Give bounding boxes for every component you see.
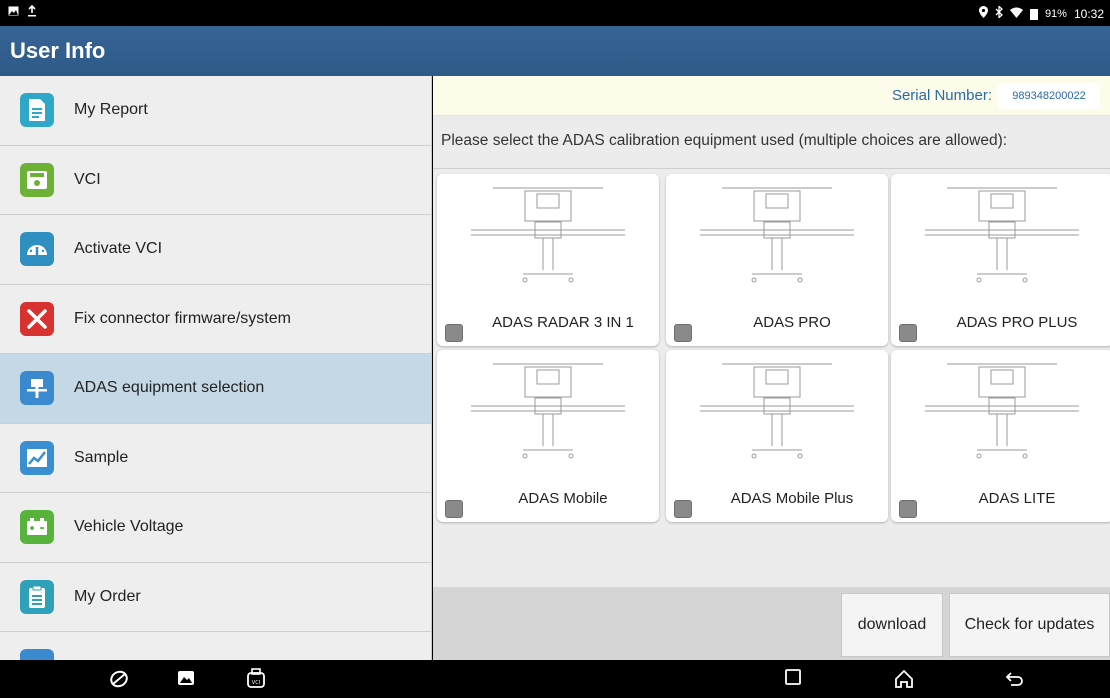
sidebar-item-activate-vci[interactable]: Activate VCI bbox=[0, 215, 431, 285]
equipment-card-adas-lite[interactable]: ADAS LITE bbox=[891, 350, 1110, 522]
equipment-checkbox[interactable] bbox=[674, 500, 692, 518]
upload-icon bbox=[27, 4, 37, 21]
sidebar-item-label: My Report bbox=[74, 101, 148, 119]
sidebar-item-fix-connector[interactable]: Fix connector firmware/system bbox=[0, 285, 431, 354]
sidebar-item-sample[interactable]: Sample bbox=[0, 424, 431, 493]
calibration-frame-image bbox=[471, 187, 625, 283]
recent-apps-icon[interactable] bbox=[784, 668, 802, 691]
sidebar-item-adas-equipment[interactable]: ADAS equipment selection bbox=[0, 354, 431, 424]
download-button[interactable]: download bbox=[841, 593, 943, 657]
serial-number-label: Serial Number: bbox=[891, 87, 992, 104]
tools-icon bbox=[20, 301, 54, 336]
navigation-bar: VCI bbox=[0, 660, 1110, 698]
wifi-icon bbox=[1009, 7, 1023, 22]
serial-number-bar: Serial Number: 989348200022 bbox=[433, 76, 1110, 116]
calibration-frame-image bbox=[925, 187, 1079, 283]
serial-number-value: 989348200022 bbox=[998, 83, 1100, 109]
sidebar-item-label: ADAS equipment selection bbox=[74, 379, 265, 397]
equipment-card-adas-mobile[interactable]: ADAS Mobile bbox=[437, 350, 659, 522]
equipment-card-adas-pro-plus[interactable]: ADAS PRO PLUS bbox=[891, 174, 1110, 346]
equipment-checkbox[interactable] bbox=[899, 500, 917, 518]
sidebar-item-label: Activate VCI bbox=[74, 240, 163, 258]
equipment-name: ADAS PRO PLUS bbox=[956, 314, 1078, 331]
bluetooth-icon bbox=[995, 5, 1003, 22]
sidebar-item-label: Fix connector firmware/system bbox=[74, 309, 291, 327]
equipment-name: ADAS RADAR 3 IN 1 bbox=[492, 314, 634, 331]
sidebar-item-vci[interactable]: VCI bbox=[0, 146, 431, 215]
calibration-frame-image bbox=[700, 363, 854, 459]
calibration-frame-image bbox=[700, 187, 854, 283]
sidebar-item-vehicle-voltage[interactable]: Vehicle Voltage bbox=[0, 493, 431, 563]
more-icon bbox=[20, 649, 54, 660]
divider bbox=[433, 168, 1110, 169]
instruction-text: Please select the ADAS calibration equip… bbox=[441, 132, 1008, 149]
calibration-frame-image bbox=[925, 363, 1079, 459]
sidebar-item-label: Vehicle Voltage bbox=[74, 518, 184, 536]
action-bar: download Check for updates bbox=[433, 587, 1110, 660]
sidebar-item-my-report[interactable]: My Report bbox=[0, 76, 431, 146]
vci-icon bbox=[20, 162, 54, 197]
back-icon[interactable] bbox=[1003, 668, 1025, 695]
equipment-name: ADAS LITE bbox=[978, 490, 1056, 507]
status-bar: 91% 10:32 bbox=[0, 0, 1110, 26]
sidebar-item-my-order[interactable]: My Order bbox=[0, 563, 431, 632]
browser-icon[interactable] bbox=[108, 668, 130, 695]
sidebar-item-label: VCI bbox=[74, 170, 101, 188]
clipboard-icon bbox=[20, 579, 54, 614]
adas-icon bbox=[20, 371, 54, 406]
equipment-card-adas-pro[interactable]: ADAS PRO bbox=[666, 174, 888, 346]
clock: 10:32 bbox=[1073, 7, 1104, 21]
equipment-checkbox[interactable] bbox=[899, 324, 917, 342]
equipment-checkbox[interactable] bbox=[445, 324, 463, 342]
report-icon bbox=[20, 93, 54, 128]
battery-icon bbox=[20, 510, 54, 545]
vci-icon[interactable]: VCI bbox=[245, 668, 267, 695]
sidebar-item-partial[interactable] bbox=[0, 632, 431, 660]
sidebar: My Report VCI Activate VCI Fix connector… bbox=[0, 76, 432, 660]
page-title: User Info bbox=[10, 38, 106, 63]
gauge-icon bbox=[20, 232, 54, 267]
location-icon bbox=[978, 6, 988, 22]
battery-percentage: 91% bbox=[1044, 8, 1067, 20]
equipment-card-adas-mobile-plus[interactable]: ADAS Mobile Plus bbox=[666, 350, 888, 522]
gallery-icon bbox=[8, 6, 19, 20]
equipment-checkbox[interactable] bbox=[674, 324, 692, 342]
title-bar: User Info bbox=[0, 26, 1110, 76]
home-icon[interactable] bbox=[893, 668, 915, 695]
chart-icon bbox=[20, 440, 54, 475]
equipment-name: ADAS Mobile bbox=[518, 490, 608, 507]
calibration-frame-image bbox=[471, 363, 625, 459]
svg-text:VCI: VCI bbox=[252, 680, 260, 686]
screenshot-icon[interactable] bbox=[176, 668, 196, 693]
equipment-card-adas-radar-3-in-1[interactable]: ADAS RADAR 3 IN 1 bbox=[437, 174, 659, 346]
sidebar-item-label: My Order bbox=[74, 587, 141, 605]
main-panel: Serial Number: 989348200022 Please selec… bbox=[433, 76, 1110, 660]
equipment-name: ADAS Mobile Plus bbox=[730, 490, 854, 507]
equipment-name: ADAS PRO bbox=[753, 314, 831, 331]
equipment-checkbox[interactable] bbox=[445, 500, 463, 518]
battery-icon bbox=[1029, 8, 1038, 20]
check-for-updates-button[interactable]: Check for updates bbox=[949, 593, 1110, 657]
sidebar-item-label: Sample bbox=[74, 448, 129, 466]
